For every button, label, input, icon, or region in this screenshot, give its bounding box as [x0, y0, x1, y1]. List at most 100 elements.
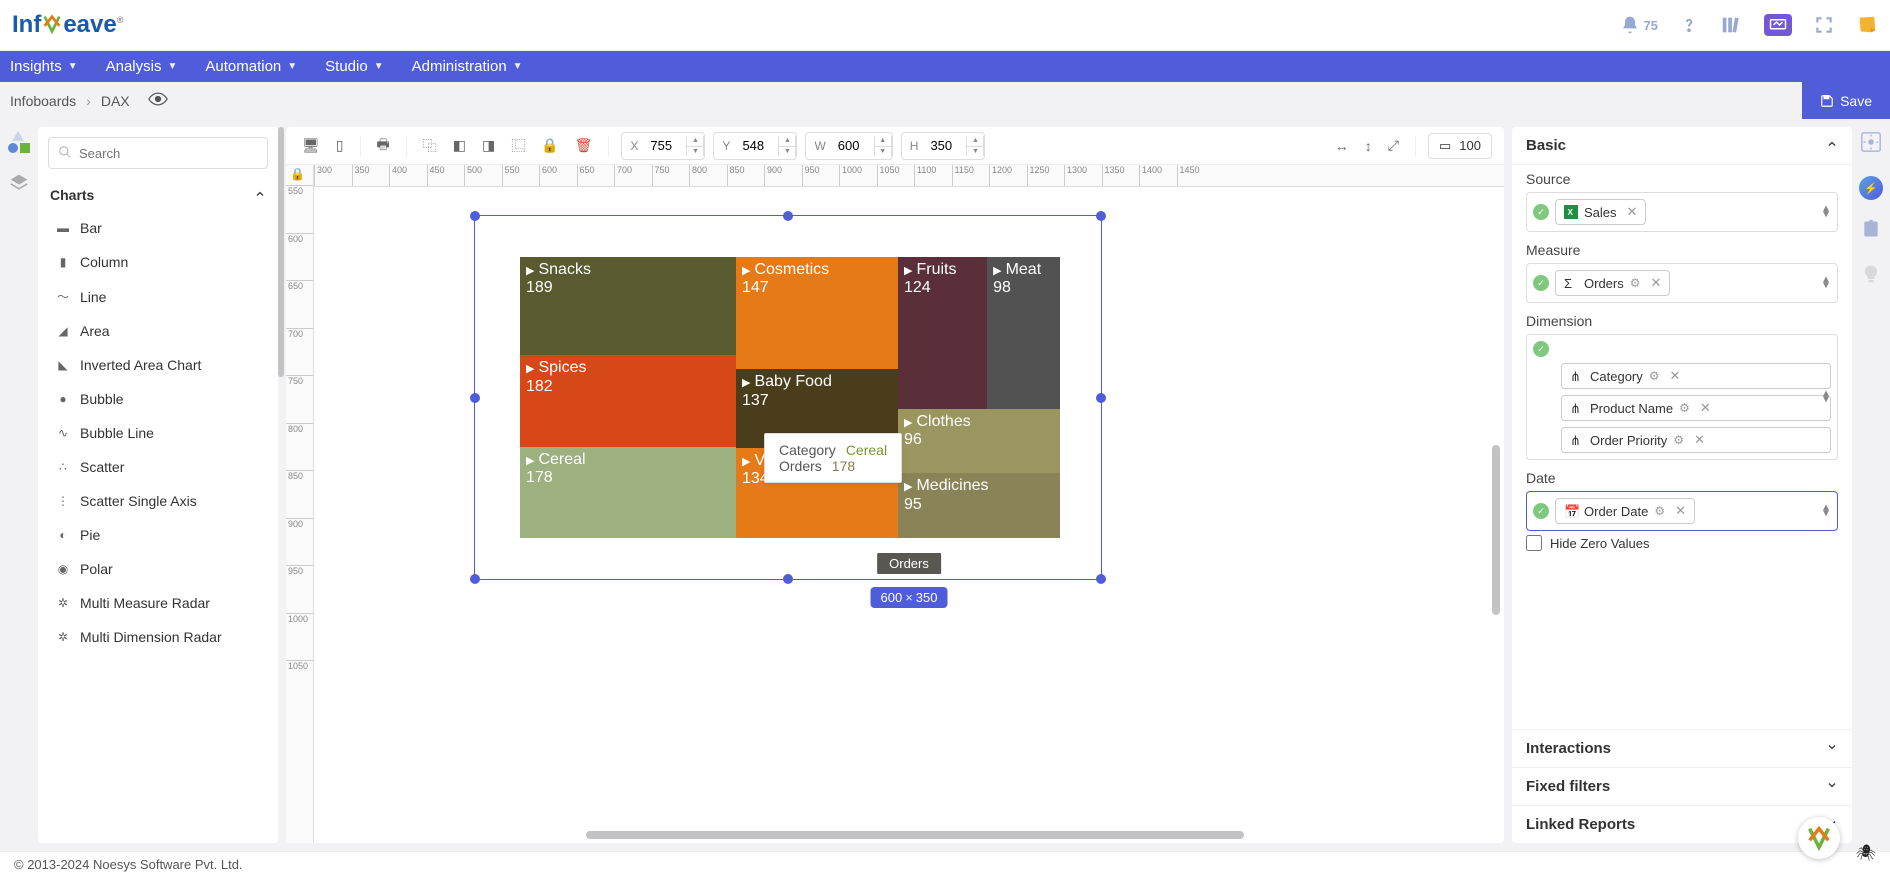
nav-automation[interactable]: Automation▼ [205, 58, 297, 75]
interactions-section[interactable]: Interactions [1512, 729, 1852, 767]
treemap-cell-spices[interactable]: ▶Spices182 [520, 355, 736, 446]
resize-handle-nw[interactable] [470, 211, 480, 221]
treemap-cell-snacks[interactable]: ▶Snacks189 [520, 257, 736, 355]
bug-report-button[interactable]: 🕷 [1856, 843, 1876, 863]
gear-icon[interactable]: ⚙ [1679, 401, 1690, 415]
chart-type-pie[interactable]: ◐Pie [50, 518, 266, 552]
charts-section-header[interactable]: Charts [50, 179, 266, 211]
desktop-view-button[interactable]: 🖥 [298, 133, 324, 158]
notifications-button[interactable]: 75 [1620, 15, 1658, 35]
lock-button[interactable]: 🔒 [537, 133, 562, 158]
gear-icon[interactable]: ⚙ [1630, 276, 1641, 290]
quick-action-button[interactable]: ⚡ [1859, 176, 1883, 200]
screen-button[interactable] [1764, 14, 1792, 36]
chart-type-inverted-area[interactable]: ◣Inverted Area Chart [50, 348, 266, 382]
resize-handle-e[interactable] [1096, 393, 1106, 403]
stepper-down[interactable]: ▼ [779, 146, 795, 156]
sort-icon[interactable]: ▲▼ [1823, 277, 1829, 289]
chart-type-area[interactable]: ◢Area [50, 314, 266, 348]
chart-type-bubble[interactable]: ●Bubble [50, 382, 266, 416]
gear-icon[interactable]: ⚙ [1673, 433, 1684, 447]
remove-icon[interactable]: ✕ [1700, 400, 1711, 416]
vertical-scrollbar[interactable] [1492, 445, 1500, 615]
chart-type-bubble-line[interactable]: ∿Bubble Line [50, 416, 266, 450]
scrollbar[interactable] [278, 127, 284, 377]
nav-analysis[interactable]: Analysis▼ [106, 58, 178, 75]
dimension-field[interactable]: ✓ ⋔Category⚙✕ ⋔Product Name⚙✕ ⋔Order Pri… [1526, 334, 1838, 460]
chart-type-bar[interactable]: ▬Bar [50, 211, 266, 245]
chart-type-mm-radar[interactable]: ✲Multi Measure Radar [50, 586, 266, 620]
dimension-chip-priority[interactable]: ⋔Order Priority⚙✕ [1561, 427, 1831, 453]
stepper-up[interactable]: ▲ [875, 136, 891, 146]
bring-forward-button[interactable]: ◧ [449, 133, 470, 158]
resize-handle-w[interactable] [470, 393, 480, 403]
gear-icon[interactable]: ⚙ [1649, 369, 1660, 383]
stepper-up[interactable]: ▲ [779, 136, 795, 146]
notes-button[interactable] [1856, 14, 1878, 36]
shapes-tool[interactable] [8, 131, 30, 153]
chart-type-scatter[interactable]: ∴Scatter [50, 450, 266, 484]
library-button[interactable] [1720, 14, 1742, 36]
notes-button[interactable] [1861, 218, 1881, 245]
chart-type-polar[interactable]: ◉Polar [50, 552, 266, 586]
delete-button[interactable]: 🗑 [571, 133, 597, 158]
resize-handle-se[interactable] [1096, 574, 1106, 584]
h-input[interactable] [926, 138, 966, 153]
print-button[interactable]: 🖶 [373, 130, 394, 162]
sort-icon[interactable]: ▲▼ [1823, 206, 1829, 218]
floating-logo-button[interactable] [1798, 817, 1840, 859]
fit-screen-button[interactable]: ⤢ [1384, 133, 1403, 158]
basic-section-header[interactable]: Basic [1512, 127, 1852, 165]
preview-button[interactable] [148, 92, 168, 109]
canvas-stage[interactable]: ▶Snacks189▶Spices182▶Cereal178▶Cosmetics… [314, 165, 1504, 843]
breadcrumb-item[interactable]: DAX [101, 93, 130, 109]
chart-type-column[interactable]: ▮Column [50, 245, 266, 279]
sort-icon[interactable]: ▲▼ [1823, 391, 1829, 403]
date-chip[interactable]: 📅 Order Date ⚙ ✕ [1555, 498, 1695, 524]
settings-button[interactable] [1860, 131, 1882, 158]
ideas-button[interactable] [1861, 263, 1881, 290]
nav-studio[interactable]: Studio▼ [325, 58, 383, 75]
fullscreen-button[interactable] [1814, 15, 1834, 35]
sort-icon[interactable]: ▲▼ [1823, 505, 1829, 517]
dimension-chip-product[interactable]: ⋔Product Name⚙✕ [1561, 395, 1831, 421]
measure-field[interactable]: ✓ Σ Orders ⚙ ✕ ▲▼ [1526, 263, 1838, 303]
chart-type-line[interactable]: 〜Line [50, 279, 266, 314]
help-button[interactable] [1680, 14, 1698, 36]
remove-icon[interactable]: ✕ [1627, 204, 1638, 220]
stepper-up[interactable]: ▲ [967, 136, 983, 146]
source-field[interactable]: ✓ X Sales ✕ ▲▼ [1526, 192, 1838, 232]
layers-tool[interactable] [9, 173, 29, 198]
x-input[interactable] [646, 138, 686, 153]
y-input[interactable] [738, 138, 778, 153]
zoom-control[interactable]: ▭100 [1428, 133, 1492, 159]
chart-type-md-radar[interactable]: ✲Multi Dimension Radar [50, 620, 266, 654]
breadcrumb-item[interactable]: Infoboards [10, 93, 76, 109]
resize-handle-n[interactable] [783, 211, 793, 221]
search-input[interactable] [48, 137, 268, 169]
treemap-cell-cereal[interactable]: ▶Cereal178 [520, 447, 736, 538]
treemap-cell-clothes[interactable]: ▶Clothes96 [898, 409, 1060, 474]
resize-handle-ne[interactable] [1096, 211, 1106, 221]
treemap-cell-meat[interactable]: ▶Meat98 [987, 257, 1060, 409]
nav-administration[interactable]: Administration▼ [412, 58, 523, 75]
treemap-cell-fruits[interactable]: ▶Fruits124 [898, 257, 987, 409]
remove-icon[interactable]: ✕ [1670, 368, 1681, 384]
w-input[interactable] [834, 138, 874, 153]
remove-icon[interactable]: ✕ [1675, 503, 1686, 519]
copy-button[interactable]: ⿻ [419, 132, 441, 160]
logo[interactable]: Infeave® [12, 11, 123, 39]
save-button[interactable]: Save [1802, 82, 1890, 119]
send-backward-button[interactable]: ◨ [478, 133, 499, 158]
dimension-chip-category[interactable]: ⋔Category⚙✕ [1561, 363, 1831, 389]
resize-handle-s[interactable] [783, 574, 793, 584]
measure-chip[interactable]: Σ Orders ⚙ ✕ [1555, 270, 1670, 296]
horizontal-scrollbar[interactable] [586, 831, 1244, 839]
chart-type-scatter-single[interactable]: ⋮Scatter Single Axis [50, 484, 266, 518]
resize-handle-sw[interactable] [470, 574, 480, 584]
remove-icon[interactable]: ✕ [1651, 275, 1662, 291]
remove-icon[interactable]: ✕ [1694, 432, 1705, 448]
stepper-down[interactable]: ▼ [687, 146, 703, 156]
nav-insights[interactable]: Insights▼ [10, 58, 78, 75]
stepper-up[interactable]: ▲ [687, 136, 703, 146]
